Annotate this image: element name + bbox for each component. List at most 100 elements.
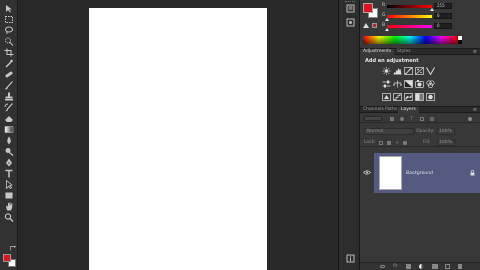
panels-column: R 255 G 0 B 0 Adjustments Styles ≡ Add a… xyxy=(360,0,480,270)
green-slider-thumb[interactable] xyxy=(385,18,389,21)
filter-toggle-icon[interactable] xyxy=(468,117,472,121)
layer-thumbnail xyxy=(379,156,402,190)
brightness-contrast-icon[interactable] xyxy=(382,67,391,75)
selective-color-icon[interactable] xyxy=(426,93,435,101)
new-layer-icon[interactable] xyxy=(445,264,450,269)
layer-visibility-eye-icon[interactable] xyxy=(363,170,371,175)
quick-selection-tool-icon[interactable] xyxy=(3,37,15,46)
layer-lock-icon xyxy=(470,170,475,176)
history-brush-tool-icon[interactable] xyxy=(3,103,15,112)
dock-grip[interactable] xyxy=(345,1,355,2)
layers-blend-row: Normal Opacity: 100% xyxy=(360,128,480,136)
filter-kind-dropdown[interactable] xyxy=(364,116,382,121)
eraser-tool-icon[interactable] xyxy=(3,114,15,123)
filter-adjustment-icon[interactable] xyxy=(400,117,404,121)
tab-styles[interactable]: Styles xyxy=(394,49,414,55)
vibrance-icon[interactable] xyxy=(426,67,435,75)
foreground-color-swatch[interactable] xyxy=(3,254,11,262)
posterize-icon[interactable] xyxy=(393,93,402,101)
black-white-icon[interactable] xyxy=(404,80,413,88)
canvas-area[interactable] xyxy=(18,0,338,270)
layer-style-icon[interactable]: fx xyxy=(393,263,398,270)
color-panel-foreground-swatch[interactable] xyxy=(363,3,373,13)
brush-presets-panel-icon[interactable] xyxy=(346,18,355,27)
delete-layer-icon[interactable] xyxy=(458,264,462,269)
filter-smart-object-icon[interactable] xyxy=(430,117,434,121)
levels-icon[interactable] xyxy=(393,67,402,75)
gradient-map-icon[interactable] xyxy=(415,93,424,101)
tools-panel xyxy=(0,0,18,270)
blue-channel-slider[interactable] xyxy=(387,25,432,28)
fill-value[interactable]: 100% xyxy=(437,139,455,146)
link-layers-icon[interactable] xyxy=(380,265,385,268)
invert-icon[interactable] xyxy=(382,93,391,101)
lock-all-icon[interactable] xyxy=(403,141,407,145)
layer-name[interactable]: Background xyxy=(406,171,433,176)
filter-type-icon[interactable]: T xyxy=(410,116,413,122)
color-spectrum-ramp[interactable] xyxy=(363,36,457,44)
green-channel-slider[interactable] xyxy=(387,15,432,18)
zoom-tool-icon[interactable] xyxy=(3,213,15,222)
new-adjustment-layer-icon[interactable] xyxy=(419,264,424,269)
add-mask-icon[interactable] xyxy=(406,264,411,269)
exposure-icon[interactable] xyxy=(415,67,424,75)
crop-tool-icon[interactable] xyxy=(3,48,15,57)
document-canvas[interactable] xyxy=(89,8,267,270)
layers-panel-menu-icon[interactable]: ≡ xyxy=(473,107,477,113)
curves-icon[interactable] xyxy=(404,67,413,75)
move-tool-icon[interactable] xyxy=(3,4,15,13)
type-tool-icon[interactable] xyxy=(3,169,15,178)
history-panel-icon[interactable] xyxy=(346,4,355,13)
red-channel-value[interactable]: 255 xyxy=(434,3,452,9)
eyedropper-tool-icon[interactable] xyxy=(3,59,15,68)
opacity-value[interactable]: 100% xyxy=(437,128,455,135)
marquee-tool-icon[interactable] xyxy=(3,15,15,24)
lock-pixels-icon[interactable] xyxy=(387,141,391,145)
layer-filter-row: T xyxy=(360,115,480,123)
panel-dock xyxy=(338,0,360,270)
layers-lock-row: Lock: + Fill: 100% xyxy=(360,139,480,147)
dodge-tool-icon[interactable] xyxy=(3,147,15,156)
path-selection-tool-icon[interactable] xyxy=(3,180,15,189)
adjustments-tabbar: Adjustments Styles ≡ xyxy=(360,48,480,55)
tab-layers[interactable]: Layers xyxy=(398,107,419,113)
info-panel-icon[interactable] xyxy=(346,254,355,263)
color-balance-icon[interactable] xyxy=(393,80,402,88)
brush-tool-icon[interactable] xyxy=(3,81,15,90)
tab-adjustments[interactable]: Adjustments xyxy=(360,49,395,55)
blur-tool-icon[interactable] xyxy=(3,136,15,145)
layer-row[interactable]: Background xyxy=(374,153,480,193)
out-of-gamut-warning-icon[interactable] xyxy=(363,23,369,28)
blue-channel-value[interactable]: 0 xyxy=(434,23,452,29)
color-panel: R 255 G 0 B 0 xyxy=(360,0,480,46)
threshold-icon[interactable] xyxy=(404,93,413,101)
red-channel-slider[interactable] xyxy=(387,5,432,8)
green-channel-value[interactable]: 0 xyxy=(434,13,452,19)
clone-stamp-tool-icon[interactable] xyxy=(3,92,15,101)
healing-brush-tool-icon[interactable] xyxy=(3,70,15,79)
rectangle-tool-icon[interactable] xyxy=(3,191,15,200)
layers-tabbar: Channels Paths Layers ≡ xyxy=(360,106,480,113)
fill-label: Fill: xyxy=(423,140,431,145)
swap-colors-icon[interactable] xyxy=(10,245,17,251)
lock-label: Lock: xyxy=(364,140,376,145)
hue-saturation-icon[interactable] xyxy=(382,80,391,88)
opacity-label: Opacity: xyxy=(416,129,435,134)
lasso-tool-icon[interactable] xyxy=(3,26,15,35)
panel-menu-icon[interactable]: ≡ xyxy=(473,49,477,55)
red-channel-label: R xyxy=(382,3,386,8)
gradient-tool-icon[interactable] xyxy=(3,125,15,134)
photo-filter-icon[interactable] xyxy=(415,80,424,88)
pen-tool-icon[interactable] xyxy=(3,158,15,167)
filter-shape-icon[interactable] xyxy=(420,117,424,121)
lock-position-icon[interactable]: + xyxy=(395,140,399,146)
filter-pixel-icon[interactable] xyxy=(390,117,394,121)
blue-slider-thumb[interactable] xyxy=(385,28,389,31)
new-group-icon[interactable] xyxy=(432,264,438,269)
spectrum-white-black[interactable] xyxy=(458,36,462,44)
web-safe-color-swatch[interactable] xyxy=(372,23,377,28)
blend-mode-dropdown[interactable]: Normal xyxy=(364,128,414,135)
lock-transparent-icon[interactable] xyxy=(379,141,383,145)
hand-tool-icon[interactable] xyxy=(3,202,15,211)
channel-mixer-icon[interactable] xyxy=(426,80,435,88)
